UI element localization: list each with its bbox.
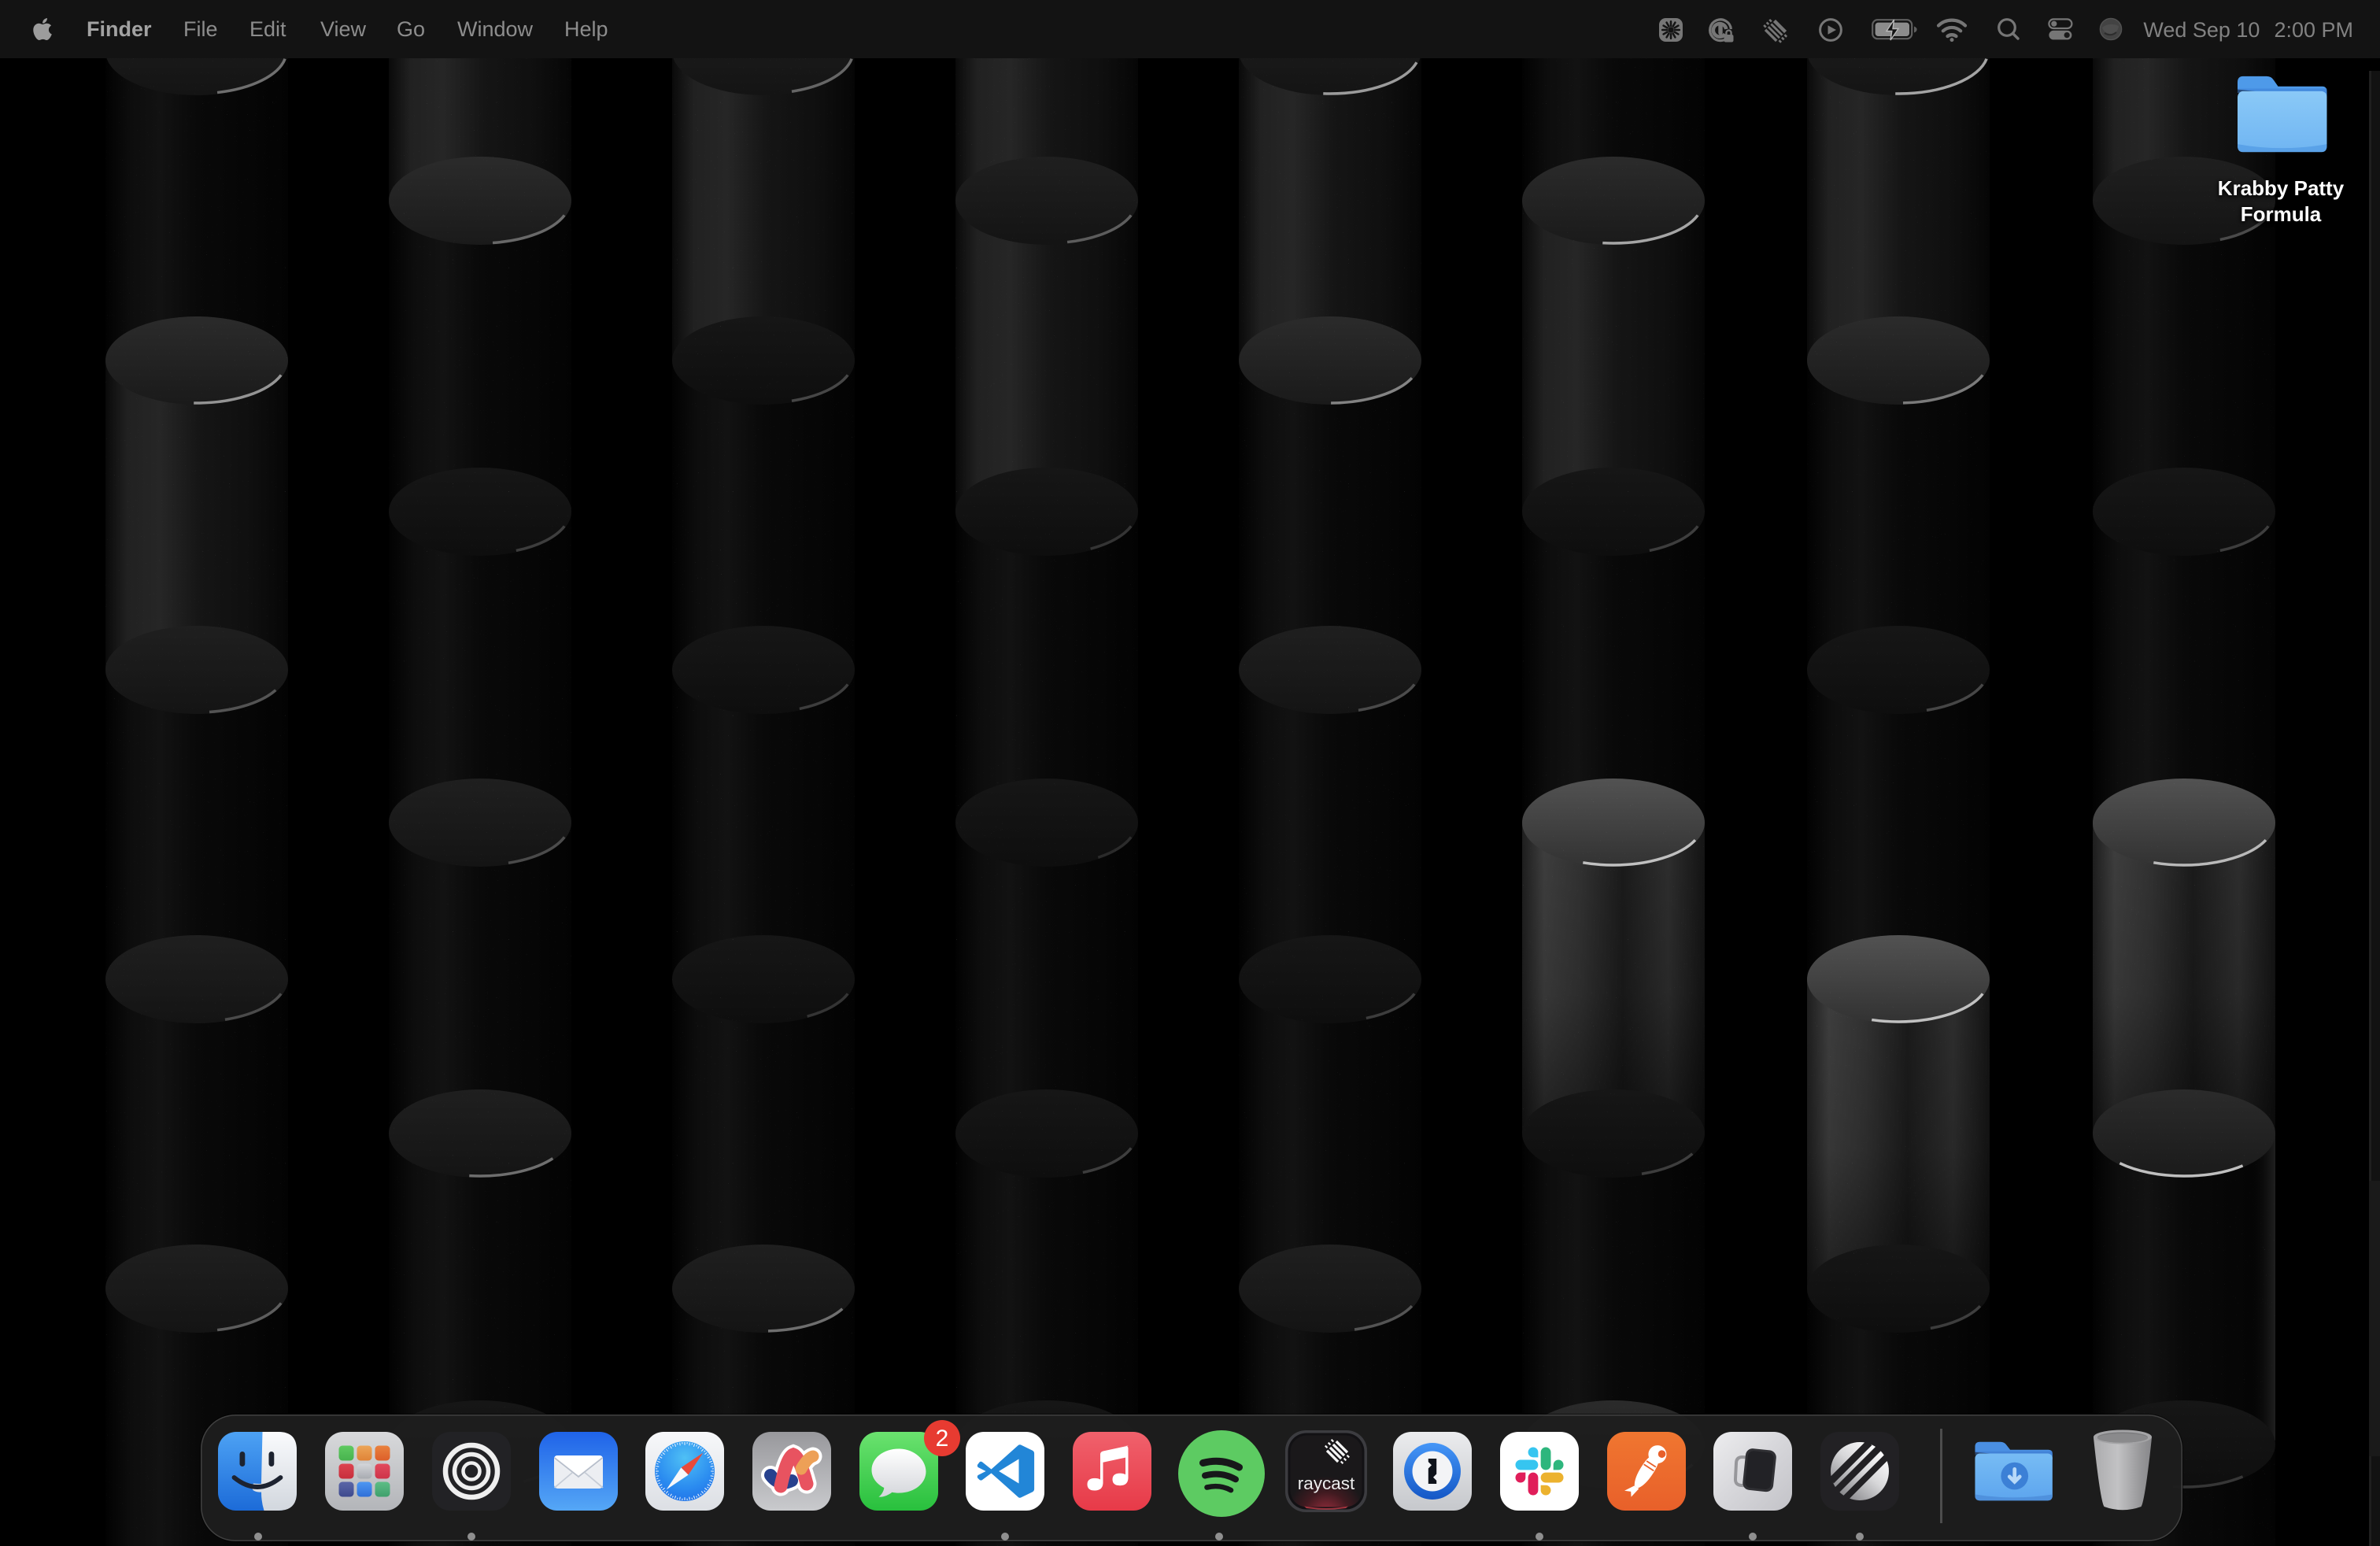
svg-text:raycast: raycast xyxy=(1298,1474,1355,1493)
